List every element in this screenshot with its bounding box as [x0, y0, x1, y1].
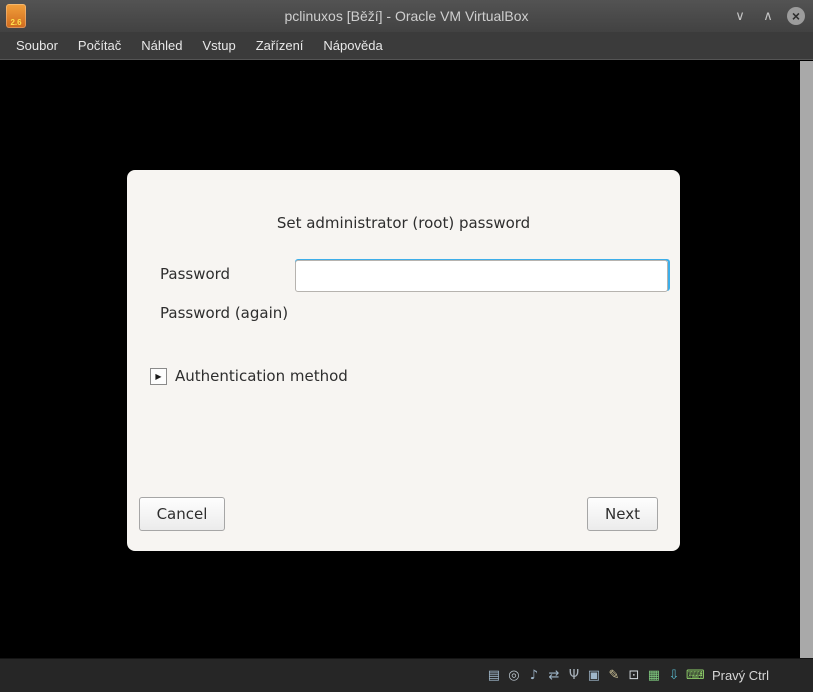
titlebar: 2.6 pclinuxos [Běží] - Oracle VM Virtual… — [0, 0, 813, 33]
password-label: Password — [160, 265, 231, 283]
optical-drives-icon[interactable]: ◎ — [506, 667, 522, 685]
mouse-icon[interactable]: ⇩ — [666, 667, 682, 685]
screen-edge-strip — [800, 61, 813, 658]
vm-icon-text: 2.6 — [10, 18, 22, 27]
expander-arrow-icon: ▶ — [150, 367, 167, 385]
features-icon[interactable]: ▦ — [646, 667, 662, 685]
password-again-label: Password (again) — [160, 304, 289, 322]
status-icons: ▤ ◎ ♪ ⇄ Ψ ▣ ✎ ⊡ ▦ ⇩ ⌨ — [486, 667, 705, 685]
menu-nahled[interactable]: Náhled — [131, 32, 192, 60]
menu-napoveda[interactable]: Nápověda — [313, 32, 392, 60]
usb-icon[interactable]: Ψ — [566, 667, 582, 685]
vm-screen: Set administrator (root) password Passwo… — [0, 61, 813, 658]
menu-pocitac[interactable]: Počítač — [68, 32, 131, 60]
keyboard-icon[interactable]: ⌨ — [686, 667, 705, 685]
virtualbox-window: 2.6 pclinuxos [Běží] - Oracle VM Virtual… — [0, 0, 813, 692]
maximize-button[interactable]: ∧ — [759, 7, 777, 25]
hard-disks-icon[interactable]: ▤ — [486, 667, 502, 685]
window-controls: ∨ ∧ × — [731, 0, 805, 32]
menu-soubor[interactable]: Soubor — [6, 32, 68, 60]
host-key-label: Pravý Ctrl — [711, 668, 769, 683]
menu-vstup[interactable]: Vstup — [192, 32, 245, 60]
root-password-dialog: Set administrator (root) password Passwo… — [127, 170, 680, 551]
close-button[interactable]: × — [787, 7, 805, 25]
dialog-title: Set administrator (root) password — [276, 214, 531, 232]
next-button[interactable]: Next — [587, 497, 658, 531]
window-title: pclinuxos [Běží] - Oracle VM VirtualBox — [284, 8, 529, 24]
expander-label: Authentication method — [175, 367, 348, 385]
display-icon[interactable]: ⊡ — [626, 667, 642, 685]
menubar: Soubor Počítač Náhled Vstup Zařízení Náp… — [0, 32, 813, 60]
statusbar: ▤ ◎ ♪ ⇄ Ψ ▣ ✎ ⊡ ▦ ⇩ ⌨ Pravý Ctrl — [0, 658, 813, 692]
shared-folders-icon[interactable]: ▣ — [586, 667, 602, 685]
menu-zarizeni[interactable]: Zařízení — [246, 32, 314, 60]
network-icon[interactable]: ⇄ — [546, 667, 562, 685]
authentication-method-expander[interactable]: ▶ Authentication method — [150, 366, 348, 386]
password-again-input[interactable] — [295, 260, 668, 292]
cancel-button[interactable]: Cancel — [139, 497, 225, 531]
minimize-button[interactable]: ∨ — [731, 7, 749, 25]
recording-icon[interactable]: ✎ — [606, 667, 622, 685]
audio-icon[interactable]: ♪ — [526, 667, 542, 685]
virtualbox-vm-icon: 2.6 — [6, 4, 26, 28]
